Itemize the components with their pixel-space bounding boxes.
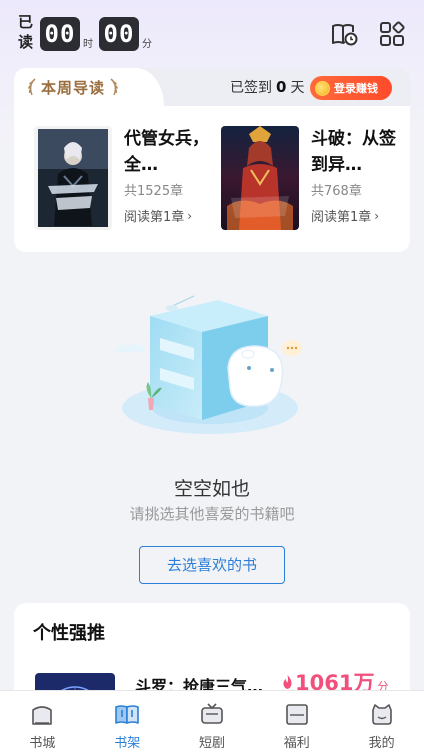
read-time-label: 已读 <box>18 13 34 51</box>
read-chapter-link-2[interactable]: 阅读第1章 › <box>311 206 380 226</box>
book-cover-2[interactable] <box>221 126 299 230</box>
nav-label-bookshelf: 书架 <box>114 736 141 751</box>
weekly-book-1[interactable]: 代管女兵，全… 共1525章 阅读第1章 › <box>34 126 224 236</box>
weekly-title-wrap: 本周导读 <box>26 76 120 98</box>
hours-display: 00 <box>40 17 80 51</box>
gift-icon <box>285 704 308 725</box>
grid-apps-icon[interactable] <box>378 20 406 48</box>
book-chapters-1: 共1525章 <box>124 184 184 199</box>
book-chapters-2: 共768章 <box>311 184 362 199</box>
book-title-1[interactable]: 代管女兵，全… <box>124 126 212 178</box>
login-earn-button[interactable]: 登录赚钱 <box>310 76 392 100</box>
weekly-book-2[interactable]: 斗破：从签到异… 共768章 阅读第1章 › <box>221 126 410 236</box>
empty-shelf-illustration <box>115 295 302 434</box>
bookstore-icon <box>32 706 53 725</box>
recommend-section-title: 个性强推 <box>33 623 105 644</box>
minutes-unit: 分 <box>142 39 152 50</box>
coin-icon <box>315 80 330 96</box>
nav-item-bookstore[interactable]: 书城 <box>0 691 85 754</box>
signin-prefix: 已签到 <box>230 80 272 96</box>
fire-girl-cover <box>221 126 299 230</box>
profile-icon <box>371 704 392 725</box>
signin-suffix: 天 <box>290 80 305 96</box>
read-chapter-label-2: 阅读第1章 <box>311 210 372 225</box>
signin-status: 已签到 0 天 <box>230 77 304 97</box>
book-clock-icon[interactable] <box>330 20 358 48</box>
laurel-right-icon <box>110 78 118 96</box>
empty-subtitle: 请挑选其他喜爱的书籍吧 <box>129 505 295 523</box>
read-chapter-link-1[interactable]: 阅读第1章 › <box>124 206 193 226</box>
nav-item-welfare[interactable]: 福利 <box>254 691 339 754</box>
nav-item-profile[interactable]: 我的 <box>339 691 424 754</box>
laurel-left-icon <box>28 78 36 96</box>
nav-item-shortdrama[interactable]: 短剧 <box>170 691 255 754</box>
chevron-right-icon: › <box>374 208 380 223</box>
book-cover-1[interactable] <box>34 126 112 230</box>
signin-days: 0 <box>276 78 287 96</box>
bookshelf-icon <box>115 705 139 724</box>
dark-armor-cover <box>34 126 112 230</box>
nav-label-welfare: 福利 <box>283 736 310 751</box>
chevron-right-icon: › <box>187 208 193 223</box>
bottom-navigation: 书城 书架 短剧 福利 我的 <box>0 690 424 754</box>
weekly-guide-card: 本周导读 已签到 0 天 登录赚钱 代管女兵，全… 共1525章 阅读第1章 ›… <box>14 68 410 252</box>
top-bar: 已读 00 时 00 分 <box>0 0 424 68</box>
nav-label-shortdrama: 短剧 <box>198 736 225 751</box>
nav-item-bookshelf[interactable]: 书架 <box>85 691 170 754</box>
flame-icon <box>283 675 292 689</box>
minutes-display: 00 <box>99 17 139 51</box>
nav-label-profile: 我的 <box>368 736 395 751</box>
empty-title: 空空如也 <box>173 478 250 500</box>
login-earn-label: 登录赚钱 <box>334 82 378 95</box>
hours-unit: 时 <box>83 39 93 50</box>
pick-favorite-books-button[interactable]: 去选喜欢的书 <box>139 546 285 584</box>
book-title-2[interactable]: 斗破：从签到异… <box>311 126 399 178</box>
tv-icon <box>201 703 223 724</box>
weekly-title: 本周导读 <box>41 78 106 97</box>
read-chapter-label-1: 阅读第1章 <box>124 210 185 225</box>
nav-label-bookstore: 书城 <box>29 736 56 751</box>
weekly-header: 本周导读 已签到 0 天 登录赚钱 <box>14 68 410 106</box>
